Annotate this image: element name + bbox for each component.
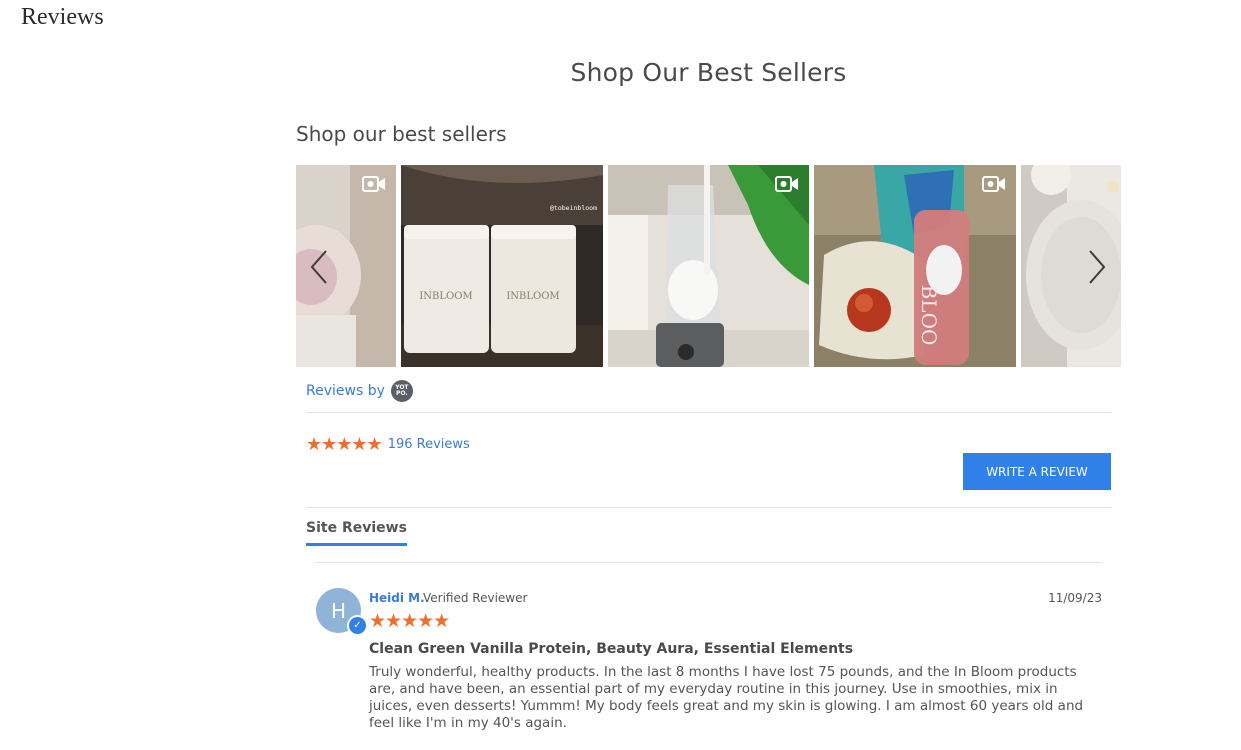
tile-3-image xyxy=(608,165,809,367)
carousel-tile-4[interactable]: BLOO xyxy=(814,165,1016,367)
video-icon xyxy=(982,176,1005,192)
best-sellers-carousel: INBLOOM INBLOOM @tobeinbloom BLOO xyxy=(296,165,1121,367)
carousel-tile-3[interactable] xyxy=(608,165,809,367)
review-count-link[interactable]: 196 Reviews xyxy=(388,437,470,452)
review-date: 11/09/23 xyxy=(1048,591,1102,605)
video-icon xyxy=(775,176,798,192)
review-body: Truly wonderful, healthy products. In th… xyxy=(369,664,1084,731)
page-heading: Reviews xyxy=(21,4,104,30)
tile-handle: @tobeinbloom xyxy=(550,204,597,212)
write-review-button[interactable]: WRITE A REVIEW xyxy=(963,453,1111,490)
bottle-brand-text: BLOO xyxy=(917,285,941,346)
reviews-by-label: Reviews by xyxy=(306,383,385,399)
divider-middle xyxy=(306,507,1111,508)
carousel-prev-button[interactable] xyxy=(304,245,334,289)
tab-site-reviews[interactable]: Site Reviews xyxy=(306,520,407,546)
review-title: Clean Green Vanilla Protein, Beauty Aura… xyxy=(369,641,854,657)
tile-2-image: INBLOOM INBLOOM @tobeinbloom xyxy=(401,165,603,367)
section-title: Shop Our Best Sellers xyxy=(570,58,847,87)
reviews-by[interactable]: Reviews by YOT PO. xyxy=(306,380,413,402)
verified-reviewer-label: Verified Reviewer xyxy=(423,591,528,605)
verified-check-icon: ✓ xyxy=(347,615,368,636)
video-icon xyxy=(362,176,385,192)
carousel-next-button[interactable] xyxy=(1082,245,1112,289)
carousel-tile-2[interactable]: INBLOOM INBLOOM @tobeinbloom xyxy=(401,165,603,367)
jar-brand-label-1: INBLOOM xyxy=(419,291,472,302)
tile-4-image: BLOO xyxy=(814,165,1016,367)
chevron-left-icon xyxy=(310,250,327,284)
summary-stars-icon: ★★★★★ xyxy=(306,434,383,454)
chevron-right-icon xyxy=(1089,250,1106,284)
carousel-title: Shop our best sellers xyxy=(296,122,507,146)
reviewer-name: Heidi M. xyxy=(369,591,425,605)
rating-summary: ★★★★★ 196 Reviews xyxy=(306,434,470,455)
yotpo-logo-icon: YOT PO. xyxy=(390,380,413,402)
review-stars-icon: ★★★★★ xyxy=(369,611,450,632)
divider-tabs xyxy=(316,562,1102,563)
divider-top xyxy=(306,412,1111,413)
jar-brand-label-2: INBLOOM xyxy=(506,291,559,302)
